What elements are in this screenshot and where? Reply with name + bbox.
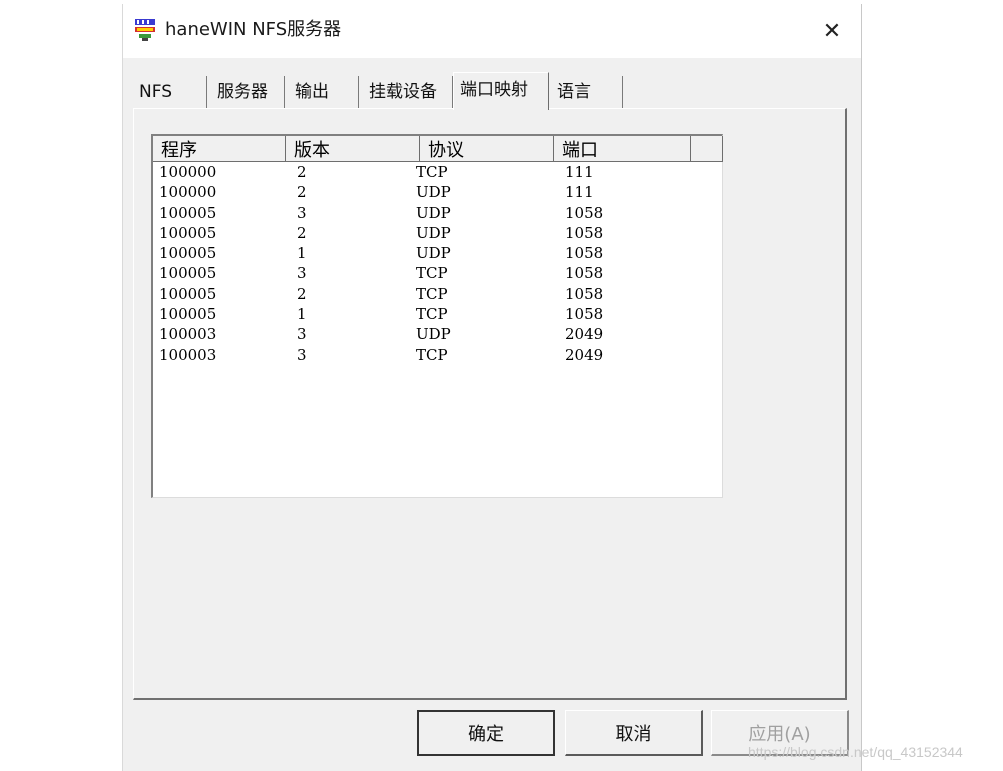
cell-protocol: UDP	[416, 325, 451, 344]
cell-program: 100005	[159, 244, 217, 263]
table-row[interactable]: 100005 1 TCP 1058	[153, 305, 721, 325]
cell-port: 111	[565, 163, 594, 181]
cell-port: 2049	[565, 325, 604, 344]
cell-program: 100003	[159, 345, 217, 364]
cell-version: 2	[297, 284, 307, 303]
close-button[interactable]: ✕	[803, 4, 861, 58]
cell-port: 1058	[565, 284, 604, 303]
cell-port: 111	[565, 183, 594, 202]
cell-protocol: UDP	[416, 244, 451, 263]
port-mapping-list[interactable]: 程序 版本 协议 端口 100000 2 TCP 111 100000 2 UD…	[151, 134, 723, 498]
cell-version: 2	[297, 163, 307, 181]
tab-server[interactable]: 服务器	[211, 76, 285, 108]
cell-program: 100005	[159, 203, 217, 222]
cell-program: 100005	[159, 284, 217, 303]
table-row[interactable]: 100005 2 UDP 1058	[153, 224, 721, 244]
column-header-empty	[691, 136, 723, 162]
cell-version: 1	[297, 305, 307, 324]
cell-protocol: UDP	[416, 183, 451, 202]
cell-port: 1058	[565, 223, 604, 242]
table-row[interactable]: 100005 3 UDP 1058	[153, 204, 721, 224]
cell-version: 2	[297, 183, 307, 202]
cell-protocol: TCP	[416, 264, 448, 283]
tab-nfs[interactable]: NFS	[133, 76, 207, 108]
table-row[interactable]: 100005 1 UDP 1058	[153, 244, 721, 264]
table-row[interactable]: 100005 3 TCP 1058	[153, 264, 721, 284]
tab-language[interactable]: 语言	[551, 76, 623, 108]
cell-port: 2049	[565, 345, 604, 364]
cell-version: 3	[297, 325, 307, 344]
watermark-text: https://blog.csdn.net/qq_43152344	[748, 744, 963, 760]
cell-protocol: UDP	[416, 203, 451, 222]
table-row[interactable]: 100000 2 UDP 111	[153, 183, 721, 203]
table-row[interactable]: 100003 3 UDP 2049	[153, 325, 721, 345]
cell-program: 100005	[159, 305, 217, 324]
dialog-window: haneWIN NFS服务器 ✕ NFS 服务器 输出 挂载设备 端口映射 语言…	[122, 4, 862, 771]
cell-protocol: TCP	[416, 284, 448, 303]
column-header-version[interactable]: 版本	[286, 136, 420, 162]
tab-mount-devices[interactable]: 挂载设备	[363, 76, 453, 108]
cell-version: 3	[297, 203, 307, 222]
table-row[interactable]: 100005 2 TCP 1058	[153, 285, 721, 305]
column-header-port[interactable]: 端口	[554, 136, 691, 162]
nfs-app-icon	[133, 18, 157, 42]
cell-protocol: TCP	[416, 305, 448, 324]
cell-protocol: UDP	[416, 223, 451, 242]
window-title: haneWIN NFS服务器	[165, 19, 342, 40]
cell-port: 1058	[565, 244, 604, 263]
cell-program: 100005	[159, 264, 217, 283]
cell-version: 3	[297, 345, 307, 364]
cell-version: 2	[297, 223, 307, 242]
cell-version: 1	[297, 244, 307, 263]
list-rows: 100000 2 TCP 111 100000 2 UDP 111 100005…	[153, 163, 721, 366]
table-row[interactable]: 100000 2 TCP 111	[153, 163, 721, 183]
cell-version: 3	[297, 264, 307, 283]
cell-protocol: TCP	[416, 345, 448, 364]
column-header-program[interactable]: 程序	[153, 136, 286, 162]
cell-program: 100003	[159, 325, 217, 344]
column-header-protocol[interactable]: 协议	[420, 136, 554, 162]
cell-program: 100000	[159, 163, 217, 181]
cell-program: 100000	[159, 183, 217, 202]
cancel-button[interactable]: 取消	[565, 710, 703, 756]
tab-output[interactable]: 输出	[289, 76, 359, 108]
ok-button[interactable]: 确定	[417, 710, 555, 756]
title-bar: haneWIN NFS服务器 ✕	[123, 4, 861, 58]
tab-bar: NFS 服务器 输出 挂载设备 端口映射 语言	[133, 72, 853, 110]
cell-port: 1058	[565, 264, 604, 283]
tab-port-mapping[interactable]: 端口映射	[453, 72, 549, 110]
cell-port: 1058	[565, 203, 604, 222]
cell-protocol: TCP	[416, 163, 448, 181]
cell-port: 1058	[565, 305, 604, 324]
table-row[interactable]: 100003 3 TCP 2049	[153, 346, 721, 366]
list-header: 程序 版本 协议 端口	[153, 136, 723, 162]
close-icon: ✕	[822, 18, 842, 44]
cell-program: 100005	[159, 223, 217, 242]
